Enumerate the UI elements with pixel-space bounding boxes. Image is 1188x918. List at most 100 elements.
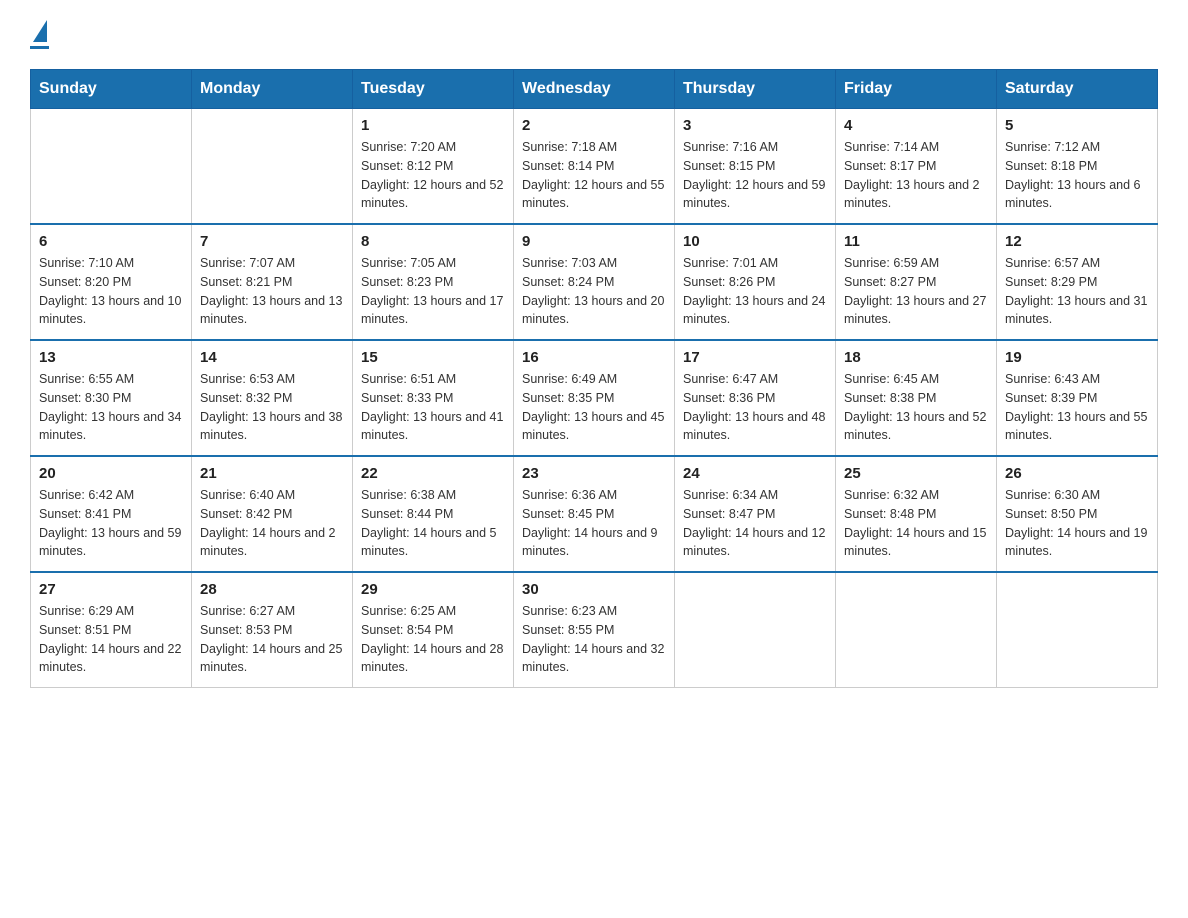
day-info: Sunrise: 6:38 AMSunset: 8:44 PMDaylight:… bbox=[361, 486, 505, 561]
table-row: 5 Sunrise: 7:12 AMSunset: 8:18 PMDaylight… bbox=[997, 109, 1158, 225]
weekday-header-tuesday: Tuesday bbox=[353, 70, 514, 109]
table-row bbox=[31, 109, 192, 225]
day-number: 29 bbox=[361, 581, 505, 598]
weekday-header-friday: Friday bbox=[836, 70, 997, 109]
day-number: 1 bbox=[361, 117, 505, 134]
day-number: 16 bbox=[522, 349, 666, 366]
table-row bbox=[675, 572, 836, 688]
day-info: Sunrise: 6:40 AMSunset: 8:42 PMDaylight:… bbox=[200, 486, 344, 561]
table-row: 28Sunrise: 6:27 AMSunset: 8:53 PMDayligh… bbox=[192, 572, 353, 688]
calendar-week-row: 1 Sunrise: 7:20 AMSunset: 8:12 PMDaylight… bbox=[31, 109, 1158, 225]
table-row bbox=[192, 109, 353, 225]
day-info: Sunrise: 7:20 AMSunset: 8:12 PMDaylight:… bbox=[361, 138, 505, 213]
day-number: 20 bbox=[39, 465, 183, 482]
calendar-week-row: 20 Sunrise: 6:42 AMSunset: 8:41 PMDayligh… bbox=[31, 456, 1158, 572]
calendar-week-row: 6 Sunrise: 7:10 AMSunset: 8:20 PMDaylight… bbox=[31, 224, 1158, 340]
logo-triangle-icon bbox=[33, 20, 47, 42]
day-info: Sunrise: 6:29 AMSunset: 8:51 PMDaylight:… bbox=[39, 602, 183, 677]
table-row: 10Sunrise: 7:01 AMSunset: 8:26 PMDayligh… bbox=[675, 224, 836, 340]
day-info: Sunrise: 6:34 AMSunset: 8:47 PMDaylight:… bbox=[683, 486, 827, 561]
table-row bbox=[997, 572, 1158, 688]
day-info: Sunrise: 6:32 AMSunset: 8:48 PMDaylight:… bbox=[844, 486, 988, 561]
day-info: Sunrise: 6:25 AMSunset: 8:54 PMDaylight:… bbox=[361, 602, 505, 677]
table-row: 9 Sunrise: 7:03 AMSunset: 8:24 PMDaylight… bbox=[514, 224, 675, 340]
weekday-header-sunday: Sunday bbox=[31, 70, 192, 109]
day-info: Sunrise: 6:42 AMSunset: 8:41 PMDaylight:… bbox=[39, 486, 183, 561]
day-info: Sunrise: 6:47 AMSunset: 8:36 PMDaylight:… bbox=[683, 370, 827, 445]
table-row: 13 Sunrise: 6:55 AMSunset: 8:30 PMDayligh… bbox=[31, 340, 192, 456]
table-row: 2Sunrise: 7:18 AMSunset: 8:14 PMDaylight… bbox=[514, 109, 675, 225]
day-number: 22 bbox=[361, 465, 505, 482]
weekday-header-saturday: Saturday bbox=[997, 70, 1158, 109]
table-row: 24Sunrise: 6:34 AMSunset: 8:47 PMDayligh… bbox=[675, 456, 836, 572]
day-info: Sunrise: 6:43 AMSunset: 8:39 PMDaylight:… bbox=[1005, 370, 1149, 445]
table-row: 11Sunrise: 6:59 AMSunset: 8:27 PMDayligh… bbox=[836, 224, 997, 340]
day-info: Sunrise: 7:10 AMSunset: 8:20 PMDaylight:… bbox=[39, 254, 183, 329]
day-number: 6 bbox=[39, 233, 183, 250]
day-info: Sunrise: 6:49 AMSunset: 8:35 PMDaylight:… bbox=[522, 370, 666, 445]
day-number: 4 bbox=[844, 117, 988, 134]
day-number: 5 bbox=[1005, 117, 1149, 134]
day-number: 12 bbox=[1005, 233, 1149, 250]
logo-underline bbox=[30, 46, 49, 49]
table-row: 21 Sunrise: 6:40 AMSunset: 8:42 PMDayligh… bbox=[192, 456, 353, 572]
table-row: 17 Sunrise: 6:47 AMSunset: 8:36 PMDayligh… bbox=[675, 340, 836, 456]
table-row: 23 Sunrise: 6:36 AMSunset: 8:45 PMDayligh… bbox=[514, 456, 675, 572]
day-number: 23 bbox=[522, 465, 666, 482]
day-info: Sunrise: 6:51 AMSunset: 8:33 PMDaylight:… bbox=[361, 370, 505, 445]
day-number: 10 bbox=[683, 233, 827, 250]
day-number: 17 bbox=[683, 349, 827, 366]
day-info: Sunrise: 6:30 AMSunset: 8:50 PMDaylight:… bbox=[1005, 486, 1149, 561]
day-number: 13 bbox=[39, 349, 183, 366]
day-number: 30 bbox=[522, 581, 666, 598]
day-info: Sunrise: 6:23 AMSunset: 8:55 PMDaylight:… bbox=[522, 602, 666, 677]
day-info: Sunrise: 7:05 AMSunset: 8:23 PMDaylight:… bbox=[361, 254, 505, 329]
logo bbox=[30, 20, 49, 49]
day-number: 2 bbox=[522, 117, 666, 134]
table-row bbox=[836, 572, 997, 688]
day-info: Sunrise: 7:03 AMSunset: 8:24 PMDaylight:… bbox=[522, 254, 666, 329]
weekday-header-thursday: Thursday bbox=[675, 70, 836, 109]
day-number: 7 bbox=[200, 233, 344, 250]
weekday-header-monday: Monday bbox=[192, 70, 353, 109]
day-info: Sunrise: 6:57 AMSunset: 8:29 PMDaylight:… bbox=[1005, 254, 1149, 329]
calendar-week-row: 13 Sunrise: 6:55 AMSunset: 8:30 PMDayligh… bbox=[31, 340, 1158, 456]
day-number: 8 bbox=[361, 233, 505, 250]
day-info: Sunrise: 6:45 AMSunset: 8:38 PMDaylight:… bbox=[844, 370, 988, 445]
table-row: 8 Sunrise: 7:05 AMSunset: 8:23 PMDaylight… bbox=[353, 224, 514, 340]
table-row: 15 Sunrise: 6:51 AMSunset: 8:33 PMDayligh… bbox=[353, 340, 514, 456]
day-info: Sunrise: 6:55 AMSunset: 8:30 PMDaylight:… bbox=[39, 370, 183, 445]
day-number: 19 bbox=[1005, 349, 1149, 366]
day-number: 27 bbox=[39, 581, 183, 598]
day-info: Sunrise: 6:53 AMSunset: 8:32 PMDaylight:… bbox=[200, 370, 344, 445]
table-row: 14 Sunrise: 6:53 AMSunset: 8:32 PMDayligh… bbox=[192, 340, 353, 456]
day-info: Sunrise: 7:14 AMSunset: 8:17 PMDaylight:… bbox=[844, 138, 988, 213]
weekday-header-row: SundayMondayTuesdayWednesdayThursdayFrid… bbox=[31, 70, 1158, 109]
table-row: 27 Sunrise: 6:29 AMSunset: 8:51 PMDayligh… bbox=[31, 572, 192, 688]
calendar-week-row: 27 Sunrise: 6:29 AMSunset: 8:51 PMDayligh… bbox=[31, 572, 1158, 688]
day-info: Sunrise: 7:12 AMSunset: 8:18 PMDaylight:… bbox=[1005, 138, 1149, 213]
page-header bbox=[30, 20, 1158, 49]
table-row: 29 Sunrise: 6:25 AMSunset: 8:54 PMDayligh… bbox=[353, 572, 514, 688]
table-row: 25Sunrise: 6:32 AMSunset: 8:48 PMDayligh… bbox=[836, 456, 997, 572]
calendar-table: SundayMondayTuesdayWednesdayThursdayFrid… bbox=[30, 69, 1158, 688]
day-number: 28 bbox=[200, 581, 344, 598]
table-row: 12 Sunrise: 6:57 AMSunset: 8:29 PMDayligh… bbox=[997, 224, 1158, 340]
day-number: 9 bbox=[522, 233, 666, 250]
day-number: 18 bbox=[844, 349, 988, 366]
day-number: 21 bbox=[200, 465, 344, 482]
day-number: 3 bbox=[683, 117, 827, 134]
table-row: 6 Sunrise: 7:10 AMSunset: 8:20 PMDaylight… bbox=[31, 224, 192, 340]
table-row: 20 Sunrise: 6:42 AMSunset: 8:41 PMDayligh… bbox=[31, 456, 192, 572]
day-info: Sunrise: 6:36 AMSunset: 8:45 PMDaylight:… bbox=[522, 486, 666, 561]
day-info: Sunrise: 6:59 AMSunset: 8:27 PMDaylight:… bbox=[844, 254, 988, 329]
table-row: 30 Sunrise: 6:23 AMSunset: 8:55 PMDayligh… bbox=[514, 572, 675, 688]
day-number: 26 bbox=[1005, 465, 1149, 482]
table-row: 16 Sunrise: 6:49 AMSunset: 8:35 PMDayligh… bbox=[514, 340, 675, 456]
day-number: 15 bbox=[361, 349, 505, 366]
day-number: 14 bbox=[200, 349, 344, 366]
table-row: 1 Sunrise: 7:20 AMSunset: 8:12 PMDaylight… bbox=[353, 109, 514, 225]
table-row: 3Sunrise: 7:16 AMSunset: 8:15 PMDaylight… bbox=[675, 109, 836, 225]
weekday-header-wednesday: Wednesday bbox=[514, 70, 675, 109]
table-row: 18 Sunrise: 6:45 AMSunset: 8:38 PMDayligh… bbox=[836, 340, 997, 456]
